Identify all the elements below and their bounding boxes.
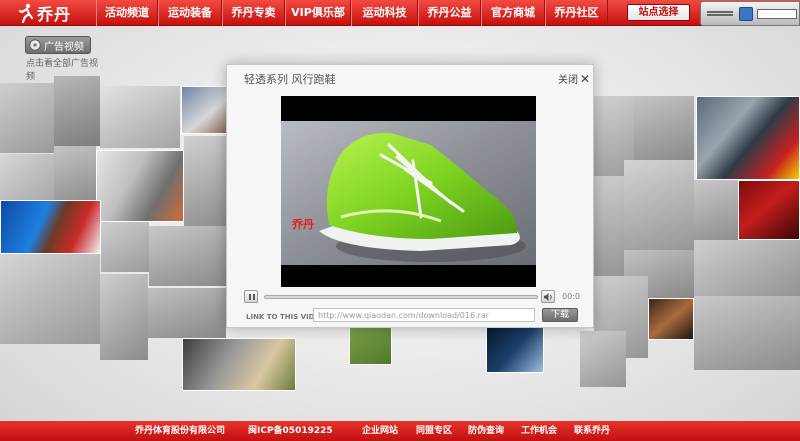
grip-icon (707, 11, 733, 16)
mosaic-photo (349, 327, 392, 365)
nav-item-official-store[interactable]: 官方商城 (481, 0, 545, 26)
video-brand-watermark: 乔丹 (292, 218, 314, 231)
mosaic-photo (0, 83, 54, 153)
time-display: 00:0 (562, 292, 580, 301)
footer-company-name: 乔丹体育股份有限公司 (135, 426, 226, 436)
seek-bar[interactable] (264, 295, 538, 299)
mosaic-photo (96, 150, 184, 222)
video-modal: 轻透系列 风行跑鞋 关闭 ✕ 乔丹 00:0 LINK TO THIS VIDE… (226, 64, 594, 328)
mosaic-photo (580, 331, 626, 387)
footer-link-corporate[interactable]: 企业网站 (362, 421, 398, 441)
mosaic-photo (0, 254, 100, 344)
ad-videos-button[interactable]: 广告视频 (25, 36, 91, 54)
pause-icon (249, 294, 251, 300)
nav-item-community[interactable]: 乔丹社区 (545, 0, 608, 26)
film-icon (29, 39, 41, 51)
mosaic-photo (594, 176, 624, 276)
mosaic-photo (101, 222, 149, 272)
mosaic-photo (182, 338, 296, 391)
ad-videos-label: 广告视频 (44, 41, 84, 53)
nav-item-vip-club[interactable]: VIP俱乐部 (285, 0, 351, 26)
pause-icon (253, 294, 255, 300)
mosaic-photo (148, 288, 226, 338)
mosaic-photo (0, 154, 54, 200)
mosaic-photo (184, 136, 226, 226)
site-select-button[interactable]: 站点选择 (627, 4, 690, 21)
mosaic-photo (100, 86, 180, 148)
mosaic-photo (696, 96, 800, 180)
main-nav: 活动频道 运动装备 乔丹专卖 VIP俱乐部 运动科技 乔丹公益 官方商城 乔丹社… (96, 0, 608, 26)
mosaic-photo (54, 76, 100, 146)
close-button[interactable]: 关闭 ✕ (558, 71, 591, 87)
pause-button[interactable] (244, 290, 258, 303)
speaker-icon (543, 292, 552, 302)
top-navigation-bar: 乔丹 活动频道 运动装备 乔丹专卖 VIP俱乐部 运动科技 乔丹公益 官方商城 … (0, 0, 800, 26)
brand-name: 乔丹 (37, 5, 72, 24)
footer-bar: 乔丹体育股份有限公司 闽ICP备05019225 企业网站 同盟专区 防伪查询 … (0, 421, 800, 441)
mosaic-photo (0, 200, 101, 254)
video-controls: 00:0 (244, 290, 584, 304)
mosaic-photo (648, 298, 694, 340)
close-icon: ✕ (580, 71, 591, 86)
mosaic-photo (100, 274, 148, 360)
mosaic-photo (486, 327, 544, 373)
footer-link-contact[interactable]: 联系乔丹 (574, 421, 610, 441)
nav-item-sports-tech[interactable]: 运动科技 (351, 0, 418, 26)
mosaic-photo (694, 296, 800, 370)
modal-title: 轻透系列 风行跑鞋 (244, 73, 336, 86)
mosaic-photo (694, 180, 738, 240)
footer-icp-number[interactable]: 闽ICP备05019225 (248, 421, 333, 441)
mosaic-photo (738, 180, 800, 240)
close-label: 关闭 (558, 75, 578, 86)
volume-slider[interactable] (757, 9, 797, 19)
video-frame (281, 121, 536, 265)
brand-logo[interactable]: 乔丹 (18, 2, 71, 24)
jumpman-logo-icon (18, 3, 34, 23)
video-link-field[interactable] (313, 308, 535, 322)
mosaic-photo (634, 96, 694, 160)
nav-item-stores[interactable]: 乔丹专卖 (222, 0, 285, 26)
video-player[interactable]: 乔丹 (281, 96, 536, 287)
footer-link-careers[interactable]: 工作机会 (521, 421, 557, 441)
mosaic-photo (694, 240, 800, 296)
mosaic-photo (149, 226, 226, 286)
footer-link-anti-counterfeit[interactable]: 防伪查询 (468, 421, 504, 441)
mosaic-photo (54, 146, 96, 200)
music-player-widget[interactable] (700, 1, 800, 26)
mosaic-photo (181, 86, 227, 134)
ad-videos-caption[interactable]: 点击看全部广告视频 (26, 56, 106, 82)
download-button[interactable]: 下载 (542, 308, 578, 322)
mosaic-photo (624, 160, 694, 250)
nav-item-activities[interactable]: 活动频道 (96, 0, 158, 26)
player-button[interactable] (739, 7, 753, 21)
nav-item-charity[interactable]: 乔丹公益 (418, 0, 481, 26)
footer-link-alliance[interactable]: 同盟专区 (416, 421, 452, 441)
nav-item-sports-gear[interactable]: 运动装备 (158, 0, 222, 26)
volume-button[interactable] (541, 290, 555, 303)
